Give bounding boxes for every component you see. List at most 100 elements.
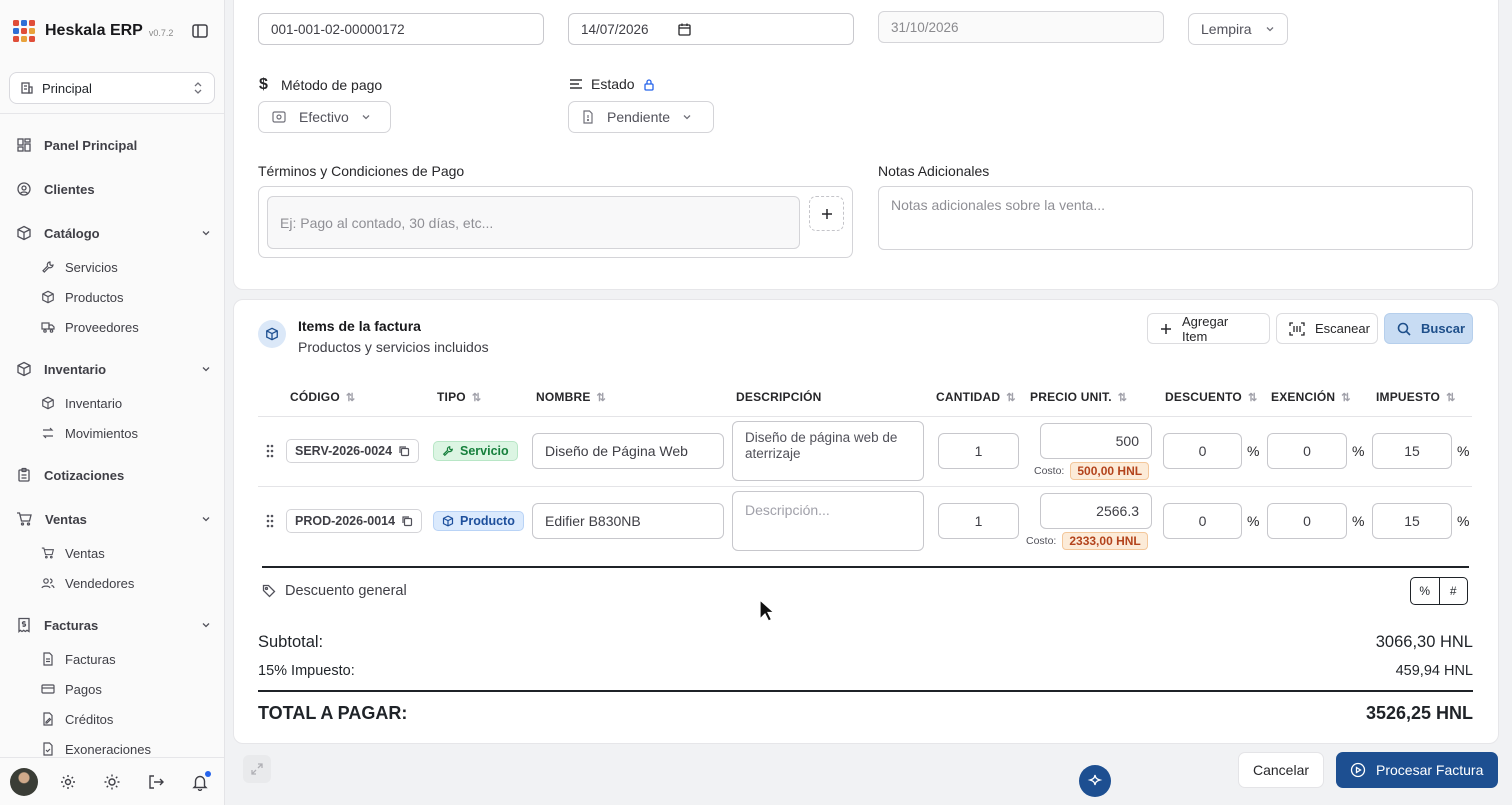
add-term-button[interactable] — [809, 196, 844, 231]
sidebar-item-pagos[interactable]: Pagos — [41, 678, 102, 700]
sort-icon: ⇅ — [345, 391, 356, 404]
drag-handle-icon[interactable] — [265, 443, 275, 459]
chevrons-up-down-icon — [192, 81, 204, 95]
cancel-button[interactable]: Cancelar — [1238, 752, 1325, 788]
subtotal-label: Subtotal: — [258, 633, 324, 651]
status-select[interactable]: Pendiente — [568, 101, 714, 133]
sidebar-item-label: Productos — [65, 289, 124, 305]
item-discount-input[interactable]: 0 — [1163, 433, 1242, 469]
col-header-label: CÓDIGO — [290, 390, 340, 404]
sidebar-item-movimientos[interactable]: Movimientos — [41, 422, 138, 444]
sidebar-item-panel[interactable]: Panel Principal — [16, 133, 211, 157]
col-header-name[interactable]: NOMBRE ⇅ — [536, 390, 606, 404]
brand[interactable]: Heskala ERP v0.7.2 — [13, 20, 173, 42]
sun-icon[interactable] — [103, 773, 121, 791]
sidebar-item-ventas-sub[interactable]: Ventas — [41, 542, 105, 564]
sidebar-item-clientes[interactable]: Clientes — [16, 177, 211, 201]
ai-assistant-button[interactable] — [1079, 765, 1111, 797]
col-header-discount[interactable]: DESCUENTO ⇅ — [1165, 390, 1257, 404]
discount-fixed-option[interactable]: # — [1438, 578, 1468, 604]
payment-method-select[interactable]: Efectivo — [258, 101, 391, 133]
cart-icon — [16, 511, 33, 527]
scan-button[interactable]: Escanear — [1276, 313, 1378, 344]
logout-icon[interactable] — [147, 773, 165, 791]
process-invoice-button[interactable]: Procesar Factura — [1336, 752, 1498, 788]
item-name-input[interactable]: Diseño de Página Web — [532, 433, 724, 469]
col-header-code[interactable]: CÓDIGO ⇅ — [290, 390, 355, 404]
receipt-icon — [16, 617, 32, 633]
discount-type-toggle[interactable]: % # — [1410, 577, 1468, 605]
invoice-number-input[interactable]: 001-001-02-00000172 — [258, 13, 544, 45]
col-header-label: DESCRIPCIÓN — [736, 390, 822, 404]
sidebar-item-facturas[interactable]: Facturas — [16, 613, 211, 637]
branch-selector[interactable]: Principal — [9, 72, 215, 104]
col-header-exemption[interactable]: EXENCIÓN ⇅ — [1271, 390, 1351, 404]
col-header-type[interactable]: TIPO ⇅ — [437, 390, 481, 404]
items-bottom-divider — [262, 566, 1469, 568]
process-invoice-label: Procesar Factura — [1376, 762, 1484, 778]
terms-input[interactable]: Ej: Pago al contado, 30 días, etc... — [267, 196, 800, 249]
sidebar-item-facturas-sub[interactable]: Facturas — [41, 648, 116, 670]
items-title: Items de la factura — [298, 318, 421, 334]
item-price-input[interactable]: 500 — [1040, 423, 1152, 459]
item-discount-input[interactable]: 0 — [1163, 503, 1242, 539]
gear-icon[interactable] — [59, 773, 77, 791]
item-description-input[interactable]: Diseño de página web de aterrizaje — [732, 421, 924, 481]
sidebar-item-servicios[interactable]: Servicios — [41, 256, 118, 278]
item-tax-input[interactable]: 15 — [1372, 503, 1452, 539]
col-header-price[interactable]: PRECIO UNIT. ⇅ — [1030, 390, 1127, 404]
package-icon — [442, 515, 454, 527]
sidebar-item-label: Panel Principal — [44, 137, 138, 153]
notes-input[interactable]: Notas adicionales sobre la venta... — [878, 186, 1473, 250]
sort-icon: ⇅ — [1341, 391, 1351, 404]
col-header-quantity[interactable]: CANTIDAD ⇅ — [936, 390, 1016, 404]
sidebar: Heskala ERP v0.7.2 Principal Panel Princ… — [0, 0, 225, 805]
sidebar-item-vendedores[interactable]: Vendedores — [41, 572, 134, 594]
tax-row: 15% Impuesto: 459,94 HNL — [258, 663, 1473, 679]
user-circle-icon — [16, 181, 32, 197]
drag-handle-icon[interactable] — [265, 513, 275, 529]
subtotal-row: Subtotal: 3066,30 HNL — [258, 633, 1473, 652]
item-quantity-input[interactable]: 1 — [938, 433, 1019, 469]
tax-value: 459,94 HNL — [1395, 663, 1473, 679]
item-exemption-input[interactable]: 0 — [1267, 433, 1347, 469]
sidebar-item-ventas[interactable]: Ventas — [16, 507, 211, 531]
item-name-input[interactable]: Edifier B830NB — [532, 503, 724, 539]
item-description-input[interactable]: Descripción... — [732, 491, 924, 551]
discount-percent-option[interactable]: % — [1411, 578, 1439, 604]
avatar[interactable] — [10, 768, 38, 796]
expand-icon[interactable] — [243, 755, 271, 783]
tax-label: 15% Impuesto: — [258, 663, 355, 679]
sidebar-divider — [0, 113, 224, 114]
cost-badge: 500,00 HNL — [1070, 462, 1150, 480]
item-quantity-input[interactable]: 1 — [938, 503, 1019, 539]
percent-sign: % — [1352, 513, 1365, 529]
payment-method-value: Efectivo — [299, 109, 349, 125]
issue-date-input[interactable]: 14/07/2026 — [568, 13, 854, 45]
sidebar-item-proveedores[interactable]: Proveedores — [41, 316, 139, 338]
copy-icon[interactable] — [398, 445, 410, 457]
item-tax-input[interactable]: 15 — [1372, 433, 1452, 469]
dashboard-icon — [16, 137, 32, 153]
sidebar-item-inventario[interactable]: Inventario — [16, 357, 211, 381]
chevron-down-icon — [361, 112, 371, 122]
add-item-button[interactable]: Agregar Item — [1147, 313, 1270, 344]
col-header-label: EXENCIÓN — [1271, 390, 1336, 404]
sidebar-item-cotizaciones[interactable]: Cotizaciones — [16, 463, 211, 487]
sidebar-item-inventario-sub[interactable]: Inventario — [41, 392, 122, 414]
lock-icon — [643, 78, 655, 91]
sidebar-item-productos[interactable]: Productos — [41, 286, 124, 308]
sidebar-toggle-icon[interactable] — [191, 22, 209, 40]
sidebar-item-label: Inventario — [65, 395, 123, 411]
item-price-input[interactable]: 2566.3 — [1040, 493, 1152, 529]
sidebar-item-creditos[interactable]: Créditos — [41, 708, 113, 730]
payment-method-label: $ Método de pago — [259, 76, 382, 94]
col-header-tax[interactable]: IMPUESTO ⇅ — [1376, 390, 1455, 404]
copy-icon[interactable] — [401, 515, 413, 527]
calendar-icon[interactable] — [678, 23, 691, 36]
item-exemption-input[interactable]: 0 — [1267, 503, 1347, 539]
sidebar-item-catalogo[interactable]: Catálogo — [16, 221, 211, 245]
currency-select[interactable]: Lempira — [1188, 13, 1288, 45]
search-button[interactable]: Buscar — [1384, 313, 1473, 344]
notes-label: Notas Adicionales — [878, 163, 990, 179]
